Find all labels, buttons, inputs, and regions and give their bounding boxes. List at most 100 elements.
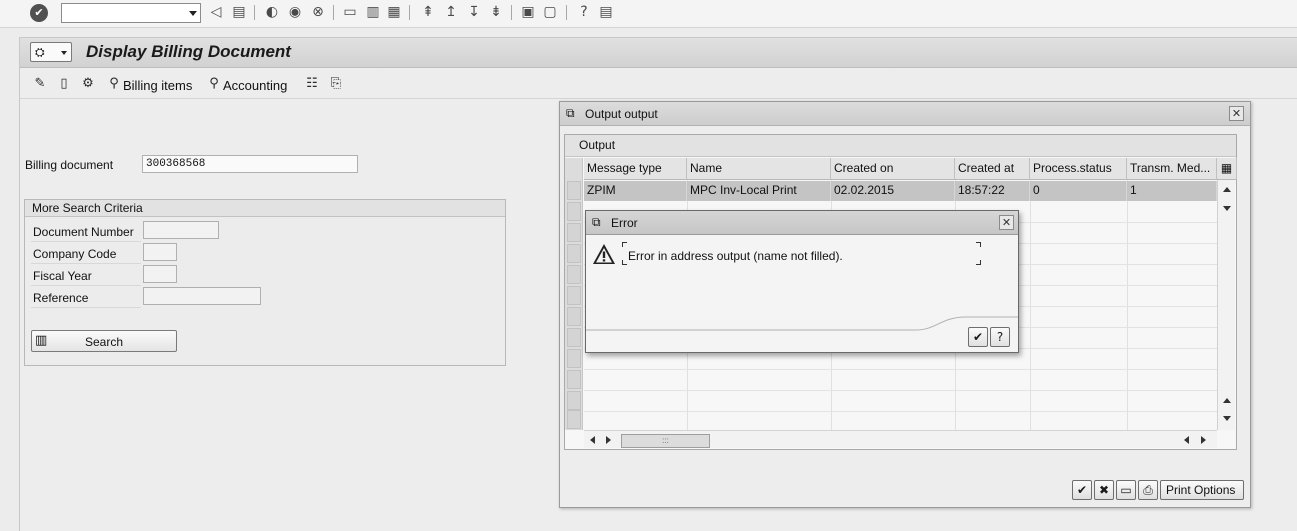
print-preview-icon[interactable]: ⎙ xyxy=(1138,480,1158,500)
row-selector[interactable] xyxy=(567,265,581,284)
change-pencil-icon[interactable]: ✎ xyxy=(32,76,48,92)
billing-items-icon[interactable]: ⚲ xyxy=(106,76,122,92)
row-selector[interactable] xyxy=(567,410,581,429)
table-cell[interactable]: 18:57:22 xyxy=(955,181,1030,201)
row-selector[interactable] xyxy=(567,223,581,242)
table-cell[interactable]: MPC Inv-Local Print xyxy=(687,181,831,201)
grid-line xyxy=(1127,180,1128,430)
print-icon[interactable]: ▭ xyxy=(1116,480,1136,500)
row-selector[interactable] xyxy=(567,349,581,368)
continue-checkmark-icon[interactable]: ✔ xyxy=(1072,480,1092,500)
accounting-button[interactable]: Accounting xyxy=(223,78,287,93)
page-title: Display Billing Document xyxy=(86,42,291,61)
scroll-down-icon[interactable] xyxy=(1223,416,1231,421)
column-header-process-status[interactable]: Process.status xyxy=(1030,158,1127,180)
column-settings-icon[interactable]: ▦ xyxy=(1217,158,1237,180)
scroll-right-icon[interactable] xyxy=(606,436,611,444)
row-selector[interactable] xyxy=(567,307,581,326)
table-cell[interactable]: ZPIM xyxy=(584,181,687,201)
row-selector[interactable] xyxy=(567,181,581,200)
output-dialog-footer: ✔ ✖ ▭ ⎙ Print Options xyxy=(1072,480,1244,502)
save-icon[interactable]: ▤ xyxy=(231,4,247,20)
focus-corner xyxy=(622,260,627,265)
output-table-title: Output xyxy=(565,135,1236,157)
last-page-icon[interactable]: ⇟ xyxy=(488,4,504,20)
cancel-icon[interactable]: ⊗ xyxy=(310,4,326,20)
dialog-window-icon: ⧉ xyxy=(566,106,575,120)
scroll-down-icon[interactable] xyxy=(1223,206,1231,211)
table-cell[interactable]: 02.02.2015 xyxy=(831,181,955,201)
scroll-left-icon[interactable] xyxy=(590,436,595,444)
enter-icon[interactable]: ✔ xyxy=(30,4,48,22)
billing-document-field[interactable]: 300368568 xyxy=(142,155,358,173)
vertical-scrollbar[interactable] xyxy=(1217,180,1235,430)
next-page-icon[interactable]: ↧ xyxy=(466,4,482,20)
command-field[interactable] xyxy=(61,3,201,23)
table-cell[interactable]: 0 xyxy=(1030,181,1127,201)
row-divider xyxy=(31,263,141,264)
close-icon[interactable]: ✕ xyxy=(999,215,1014,230)
print-icon[interactable]: ▭ xyxy=(342,4,358,20)
column-header-transm-medium[interactable]: Transm. Med... xyxy=(1127,158,1217,180)
scroll-left-icon[interactable] xyxy=(1184,436,1189,444)
column-header-message-type[interactable]: Message type xyxy=(584,158,687,180)
reference-field[interactable] xyxy=(143,287,261,305)
cancel-x-icon[interactable]: ✖ xyxy=(1094,480,1114,500)
output-icon[interactable]: ⎘ xyxy=(328,76,344,92)
table-cell[interactable]: 1 xyxy=(1127,181,1217,201)
error-message: Error in address output (name not filled… xyxy=(628,249,843,263)
display-document-icon[interactable]: ▯ xyxy=(56,76,72,92)
first-page-icon[interactable]: ⇞ xyxy=(420,4,436,20)
billing-items-button[interactable]: Billing items xyxy=(123,78,192,93)
help-icon[interactable]: ? xyxy=(576,4,592,20)
company-code-label: Company Code xyxy=(33,247,117,261)
customize-layout-icon[interactable]: ▤ xyxy=(598,4,614,20)
chevron-down-icon xyxy=(61,51,67,55)
back-icon[interactable]: ◁ xyxy=(208,4,224,20)
row-selector[interactable] xyxy=(567,328,581,347)
create-session-icon[interactable]: ▣ xyxy=(520,4,536,20)
error-dialog-buttons: ✔ ? xyxy=(968,327,1010,347)
layout-menu-icon: ⛭ xyxy=(35,45,45,59)
row-selector[interactable] xyxy=(567,202,581,221)
fiscal-year-field[interactable] xyxy=(143,265,177,283)
shortcut-icon[interactable]: ▢ xyxy=(542,4,558,20)
back-circle-icon[interactable]: ◐ xyxy=(264,4,280,20)
column-header-name[interactable]: Name xyxy=(687,158,831,180)
output-dialog-titlebar: ⧉ Output output ✕ xyxy=(560,102,1250,126)
horizontal-scrollbar[interactable]: ::: xyxy=(584,430,1217,448)
accounting-icon[interactable]: ⚲ xyxy=(206,76,222,92)
error-dialog-title: Error xyxy=(611,216,638,230)
help-icon[interactable]: ? xyxy=(990,327,1010,347)
chevron-down-icon[interactable] xyxy=(189,11,197,16)
previous-page-icon[interactable]: ↥ xyxy=(443,4,459,20)
document-flow-icon[interactable]: ⚙ xyxy=(80,76,96,92)
title-bar: ⛭ Display Billing Document xyxy=(20,38,1297,68)
layout-menu-button[interactable]: ⛭ xyxy=(30,42,72,62)
continue-checkmark-icon[interactable]: ✔ xyxy=(968,327,988,347)
document-number-field[interactable] xyxy=(143,221,219,239)
row-selector[interactable] xyxy=(567,391,581,410)
find-next-icon[interactable]: ▦ xyxy=(386,4,402,20)
scrollbar-thumb[interactable]: ::: xyxy=(621,434,710,448)
scroll-right-icon[interactable] xyxy=(1201,436,1206,444)
header-details-icon[interactable]: ☷ xyxy=(304,76,320,92)
company-code-field[interactable] xyxy=(143,243,177,261)
find-icon[interactable]: ▥ xyxy=(365,4,381,20)
exit-icon[interactable]: ◉ xyxy=(287,4,303,20)
row-selector[interactable] xyxy=(567,286,581,305)
row-divider xyxy=(31,307,141,308)
toolbar-separator xyxy=(333,5,334,20)
row-selector[interactable] xyxy=(567,370,581,389)
reference-label: Reference xyxy=(33,291,89,305)
print-options-button[interactable]: Print Options xyxy=(1160,480,1244,500)
row-selector[interactable] xyxy=(567,244,581,263)
dialog-window-icon: ⧉ xyxy=(592,215,601,229)
close-icon[interactable]: ✕ xyxy=(1229,106,1244,121)
scroll-up-icon[interactable] xyxy=(1223,398,1231,403)
search-button[interactable]: ▥ Search xyxy=(31,330,177,352)
focus-corner xyxy=(622,242,627,247)
column-header-created-on[interactable]: Created on xyxy=(831,158,955,180)
scroll-up-icon[interactable] xyxy=(1223,187,1231,192)
column-header-created-at[interactable]: Created at xyxy=(955,158,1030,180)
